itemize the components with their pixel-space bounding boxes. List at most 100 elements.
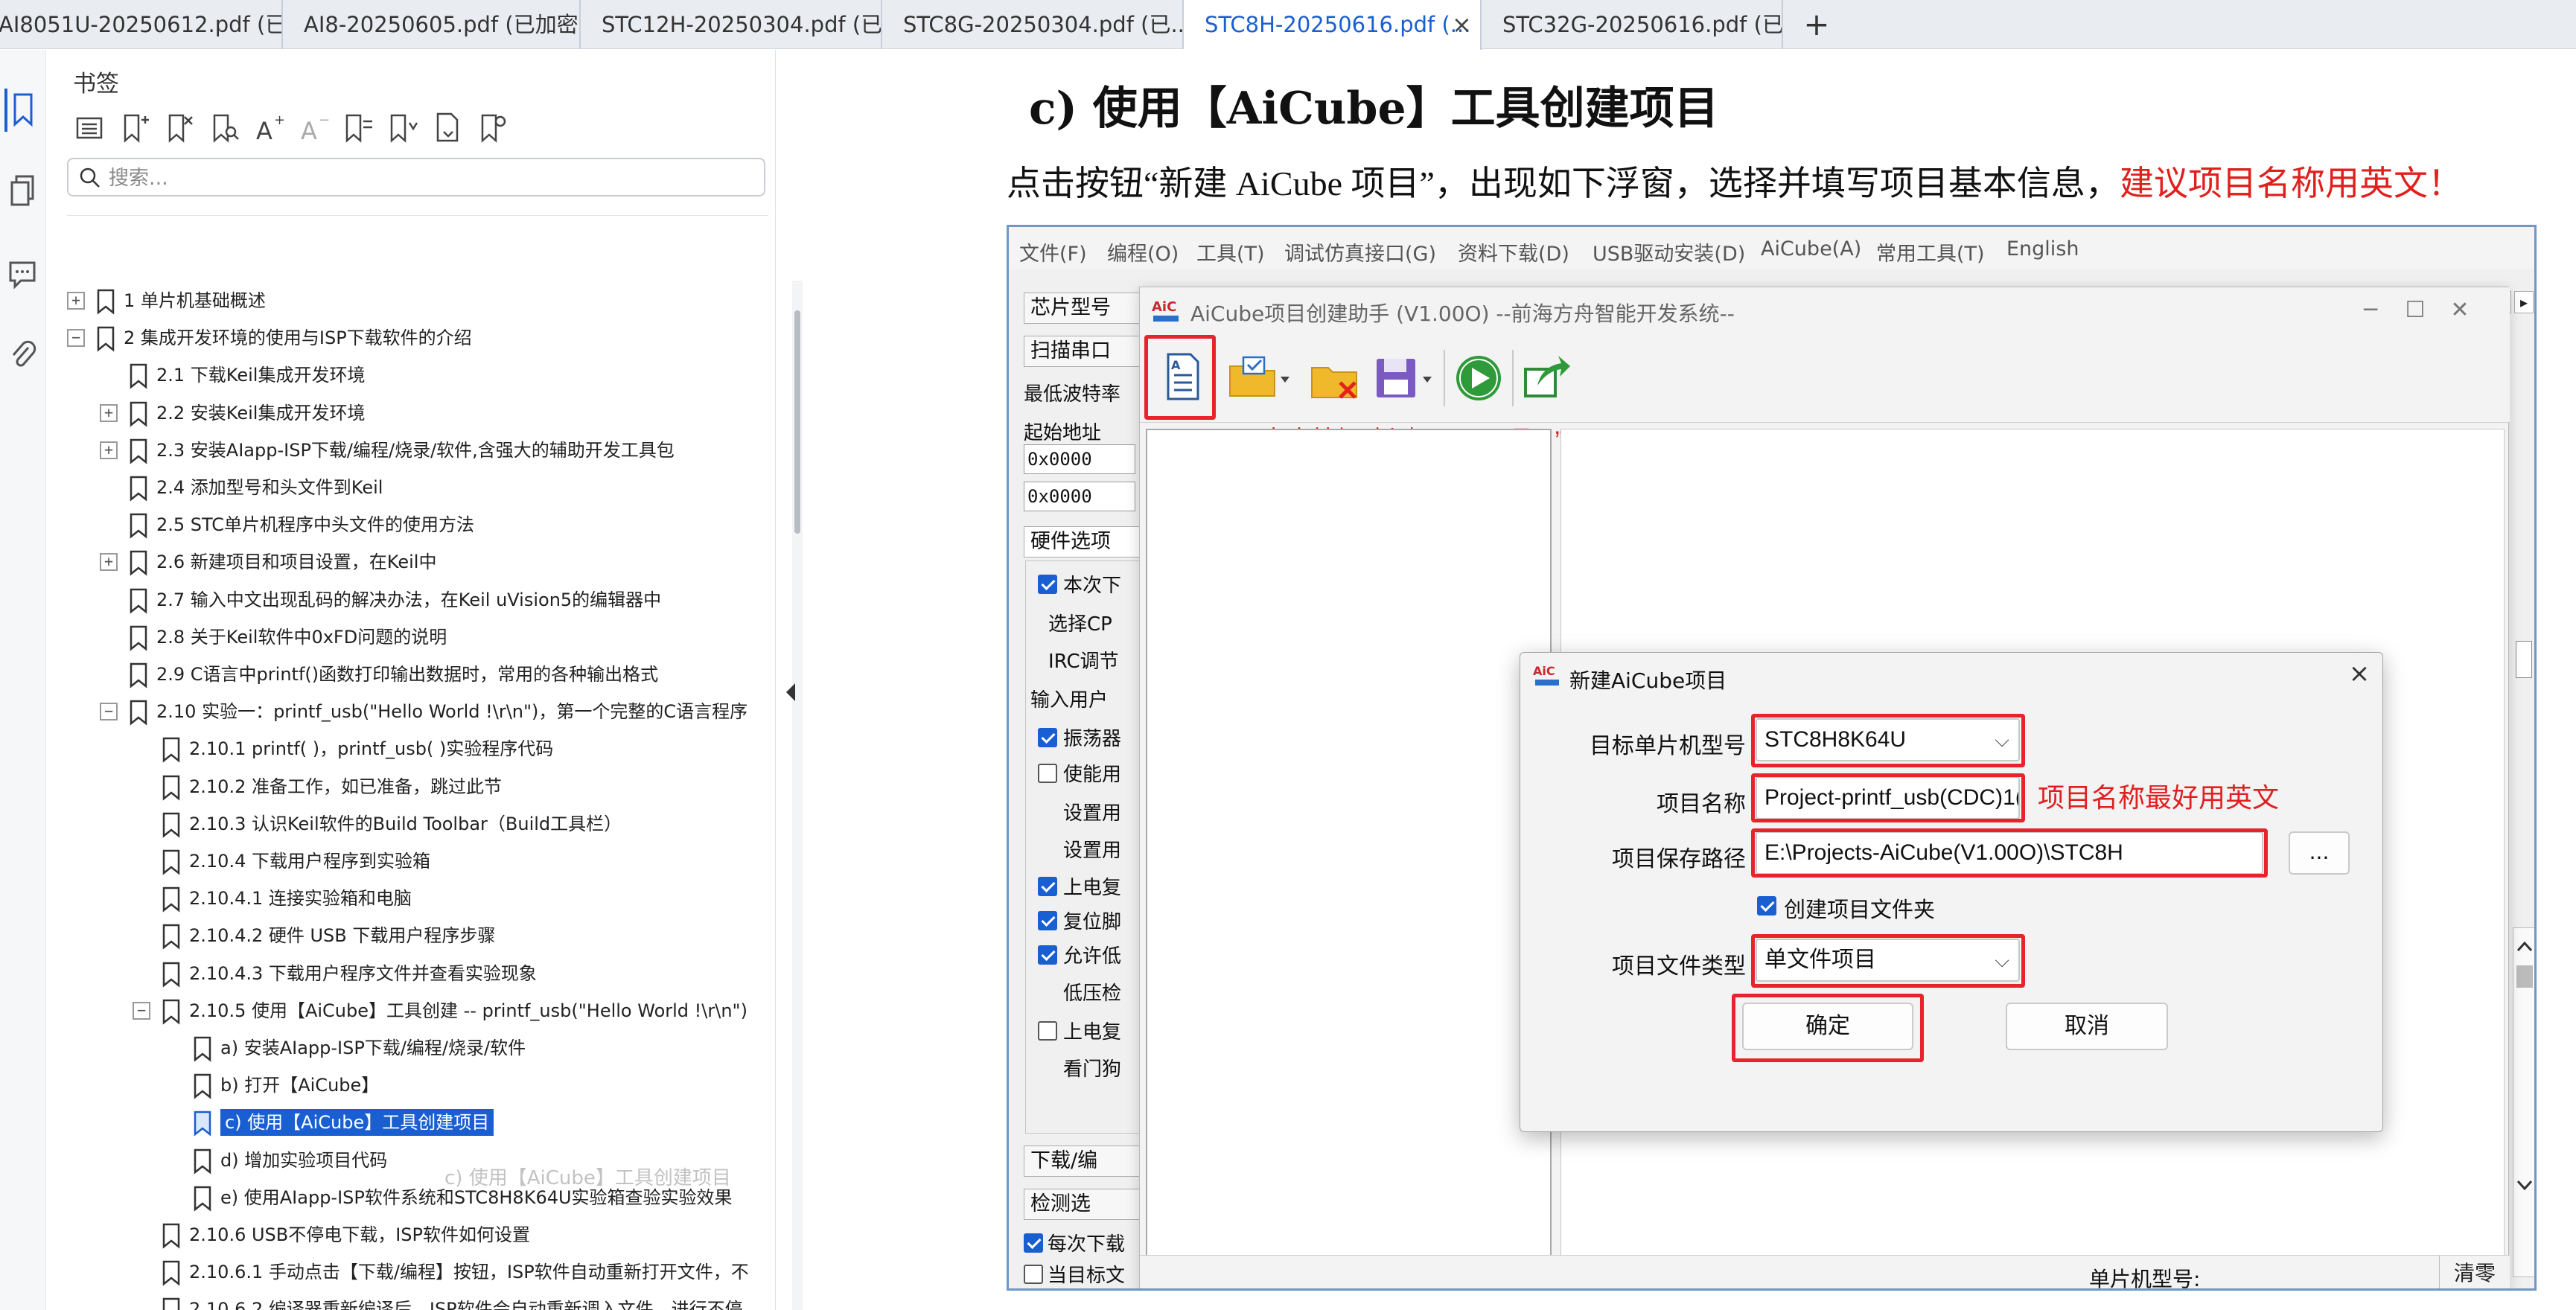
collapse-all-icon[interactable] [384,109,421,147]
clear-button[interactable]: 清零 [2439,1256,2510,1288]
bookmark-list-icon[interactable] [71,109,109,147]
option-checkbox[interactable] [1038,945,1057,965]
bookmark-item[interactable]: +2.3 安装AIapp-ISP下载/编程/烧录/软件,含强大的辅助开发工具包 [46,432,750,469]
hardware-options-tab[interactable]: 硬件选项 [1024,526,1143,557]
search-input[interactable] [109,164,749,192]
run-icon[interactable] [1451,347,1506,406]
scroll-thumb[interactable] [2516,641,2532,678]
collapse-panel-handle[interactable] [782,670,800,715]
pages-icon[interactable] [4,170,40,214]
chip-model-button[interactable]: 芯片型号 [1024,293,1143,324]
bookmark-item[interactable]: c) 使用【AiCube】工具创建项目 [46,1104,750,1141]
nav-right-button[interactable]: ▸ [2514,291,2534,313]
option-checkbox[interactable] [1038,877,1057,896]
tab-stc32g[interactable]: STC32G-20250616.pdf (已... [1482,0,1783,49]
menu-program[interactable]: 编程(O) [1107,237,1179,266]
option-checkbox[interactable] [1038,575,1057,594]
bookmark-item[interactable]: − 2 集成开发环境的使用与ISP下载软件的介绍 [46,319,750,357]
bookmark-item[interactable]: 2.10.4.2 硬件 USB 下载用户程序步骤 [46,917,750,954]
bookmark-item[interactable]: 2.5 STC单片机程序中头文件的使用方法 [46,506,750,543]
end-address-input[interactable]: 0x0000 [1024,482,1135,511]
create-folder-checkbox[interactable] [1757,896,1776,916]
bookmark-item[interactable]: − 2.10.5 使用【AiCube】工具创建 -- printf_usb("He… [46,992,750,1029]
export-icon[interactable] [1520,347,1575,406]
bookmark-item[interactable]: 2.10.4.1 连接实验箱和电脑 [46,880,750,917]
current-target-checkbox[interactable] [1024,1265,1043,1284]
option-checkbox[interactable] [1038,1021,1057,1041]
bookmark-item[interactable]: 2.1 下载Keil集成开发环境 [46,357,750,394]
download-button[interactable]: 下载/编 [1024,1146,1143,1177]
save-icon[interactable] [1371,347,1438,406]
bookmark-item[interactable]: 2.10.6.1 手动点击【下载/编程】按钮，ISP软件自动重新打开文件，不 [46,1253,750,1291]
find-bookmark-icon[interactable] [205,109,243,147]
menu-file[interactable]: 文件(F) [1019,237,1087,266]
menu-usb-driver[interactable]: USB驱动安装(D) [1593,237,1745,266]
add-tab-button[interactable]: + [1802,0,1831,49]
option-checkbox[interactable] [1038,764,1057,783]
bookmark-item[interactable]: 2.8 关于Keil软件中0xFD问题的说明 [46,619,750,656]
check-options-button[interactable]: 检测选 [1024,1189,1143,1220]
close-icon[interactable]: ✕ [2443,295,2477,326]
menu-tools[interactable]: 工具(T) [1196,237,1265,266]
menu-aicube[interactable]: AiCube(A) [1761,237,1861,261]
font-larger-icon[interactable]: A + [250,109,287,147]
menu-english[interactable]: English [2006,237,2079,261]
comment-icon[interactable] [4,252,40,295]
close-icon[interactable]: × [2343,657,2376,690]
menu-common-tools[interactable]: 常用工具(T) [1876,237,1985,266]
close-project-icon[interactable] [1307,347,1362,406]
option-checkbox[interactable] [1038,728,1057,747]
scrollbar-thumb[interactable] [794,310,800,534]
close-icon[interactable]: × [1452,0,1472,49]
expand-icon[interactable]: + [100,553,118,572]
tab-stc8h[interactable]: STC8H-20250616.pdf (... × [1184,0,1482,50]
expand-all-icon[interactable] [339,109,377,147]
start-address-input[interactable]: 0x0000 [1024,444,1135,474]
bookmark-search[interactable] [67,158,765,196]
expand-icon[interactable]: + [100,441,118,459]
bookmark-item[interactable]: 2.4 添加型号和头文件到Keil [46,469,750,506]
bookmark-item[interactable]: − 2.10 实验一：printf_usb("Hello World !\r\n"… [46,693,750,730]
collapse-icon[interactable]: − [100,703,118,721]
bookmark-item[interactable]: b) 打开【AiCube】 [46,1067,750,1104]
bookmark-item[interactable]: 2.10.1 printf( )，printf_usb( )实验程序代码 [46,730,750,767]
menu-docs[interactable]: 资料下载(D) [1458,237,1569,266]
bookmark-item[interactable]: 2.7 输入中文出现乱码的解决办法，在Keil uVision5的编辑器中 [46,581,750,619]
export-bookmark-icon[interactable] [429,109,466,147]
expand-icon[interactable]: + [100,403,118,422]
bookmark-item[interactable]: 2.10.4.3 下载用户程序文件并查看实验现象 [46,955,750,992]
bookmark-item[interactable]: 2.9 C语言中printf()函数打印输出数据时，常用的各种输出格式 [46,656,750,693]
menu-debug[interactable]: 调试仿真接口(G) [1284,237,1436,266]
open-project-icon[interactable] [1225,347,1292,406]
collapse-icon[interactable]: − [133,1001,150,1020]
collapse-icon[interactable]: − [67,329,85,348]
maximize-icon[interactable]: ☐ [2398,295,2432,326]
bookmark-item[interactable]: +2.6 新建项目和项目设置，在Keil中 [46,543,750,581]
minimize-icon[interactable]: ─ [2353,295,2388,326]
tab-ai8051u[interactable]: AI8051U-20250612.pdf (已... [0,0,283,49]
bookmark-item[interactable]: +1 单片机基础概述 [46,282,750,319]
bookmark-item[interactable]: 2.10.3 认识Keil软件的Build Toolbar（Build工具栏） [46,805,750,843]
option-checkbox[interactable] [1038,911,1057,930]
font-smaller-icon[interactable]: A − [295,109,332,147]
bookmark-item[interactable]: 2.10.4 下载用户程序到实验箱 [46,843,750,880]
bookmark-item[interactable]: a) 安装AIapp-ISP下载/编程/烧录/软件 [46,1029,750,1067]
tab-ai8[interactable]: AI8-20250605.pdf (已加密) [283,0,581,49]
scan-port-button[interactable]: 扫描串口 [1024,336,1143,367]
bookmark-item[interactable]: 2.10.6 USB不停电下载，ISP软件如何设置 [46,1216,750,1253]
expand-icon[interactable]: + [67,292,85,310]
bookmark-item[interactable]: 2.10.2 准备工作，如已准备，跳过此节 [46,768,750,805]
tab-stc12h[interactable]: STC12H-20250304.pdf (已... [581,0,882,49]
attachment-icon[interactable] [4,334,40,377]
output-scrollbar[interactable] [2513,927,2534,1277]
bookmark-item[interactable]: 2.10.6.2 编译器重新编译后，ISP软件会自动重新调入文件，进行不停 [46,1291,750,1310]
bookmark-icon[interactable] [4,89,40,132]
bookmark-item[interactable]: +2.2 安装Keil集成开发环境 [46,394,750,432]
cancel-button[interactable]: 取消 [2006,1003,2168,1050]
bookmark-settings-icon[interactable] [474,109,511,147]
tab-stc8g[interactable]: STC8G-20250304.pdf (已... [882,0,1184,49]
delete-bookmark-icon[interactable] [161,109,198,147]
add-bookmark-icon[interactable] [116,109,153,147]
every-download-checkbox[interactable] [1024,1233,1043,1253]
scroll-thumb[interactable] [2516,965,2533,988]
